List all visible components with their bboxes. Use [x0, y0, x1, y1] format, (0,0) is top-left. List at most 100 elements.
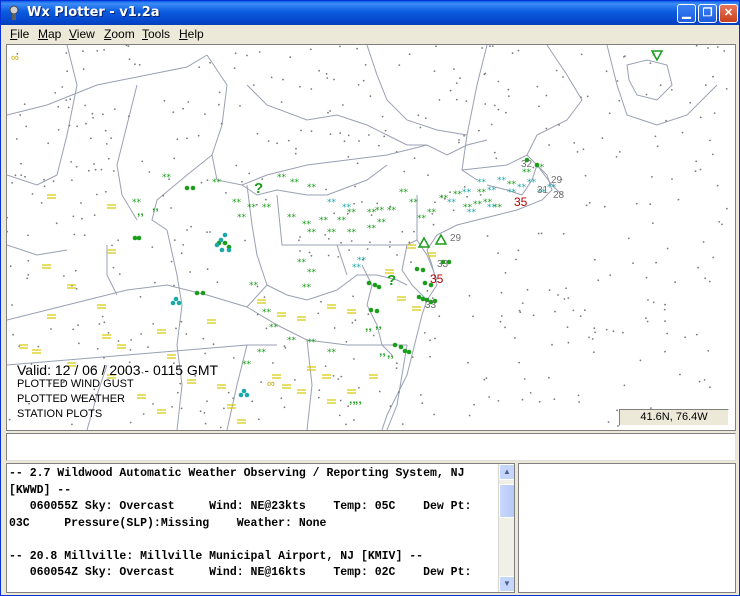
station-dot [645, 317, 647, 320]
station-dot [649, 62, 652, 64]
station-dot [140, 333, 143, 335]
station-dot [329, 133, 332, 135]
station-dot [339, 399, 342, 402]
menu-view[interactable]: View [69, 27, 95, 41]
station-dot [398, 391, 400, 393]
drizzle-icon: ‚‚ [137, 204, 144, 218]
station-dot [432, 223, 435, 226]
station-dot [218, 103, 220, 106]
gust-label: 31 [537, 185, 549, 196]
snow-icon: ** [302, 283, 312, 293]
station-dot [15, 138, 18, 140]
shower-triangle-icon [434, 233, 448, 245]
snow-icon: ** [290, 178, 300, 188]
station-dot [345, 423, 347, 426]
station-dot [204, 352, 207, 355]
menu-help[interactable]: Help [179, 27, 204, 41]
station-dot [63, 275, 65, 277]
fog-icon [187, 379, 196, 384]
snow-icon: ** [487, 186, 497, 196]
station-dot [694, 170, 697, 173]
menu-file[interactable]: File [10, 27, 29, 41]
close-button[interactable]: ✕ [719, 4, 738, 23]
station-dot [652, 301, 655, 304]
station-dot [342, 104, 344, 106]
station-dot [689, 101, 692, 104]
station-dot [396, 254, 398, 256]
report-scrollbar[interactable]: ▲ ▼ [498, 464, 514, 592]
station-dot [491, 45, 494, 47]
station-dot [162, 194, 165, 197]
station-dot [396, 362, 398, 365]
station-dot [82, 68, 85, 71]
maximize-button[interactable]: ❐ [698, 4, 717, 23]
drizzle-icon: ‚‚ [387, 346, 394, 360]
rain-icon [374, 308, 380, 314]
side-panel[interactable] [518, 463, 736, 593]
station-dot [175, 327, 177, 330]
snow-icon: ** [162, 173, 172, 183]
station-dot [408, 53, 411, 56]
gust-label: 29 [551, 175, 563, 186]
station-dot [536, 85, 539, 88]
station-dot [411, 356, 414, 358]
snow-icon: ** [462, 188, 472, 198]
rain-icon [136, 235, 142, 241]
station-dot [376, 202, 379, 205]
station-dot [354, 185, 356, 188]
station-dot [563, 298, 566, 300]
station-dot [332, 375, 335, 377]
command-panel[interactable] [6, 433, 736, 461]
station-dot [148, 171, 151, 173]
station-dot [401, 423, 404, 425]
title-bar[interactable]: Wx Plotter - v1.2a ▁ ❐ ✕ [1, 1, 739, 25]
station-dot [656, 145, 659, 148]
station-dot [37, 345, 40, 348]
station-dot [218, 91, 221, 94]
station-dot [187, 101, 190, 103]
snow-icon: ** [487, 203, 497, 213]
station-dot [57, 129, 60, 131]
snow-icon: ** [327, 348, 337, 358]
station-dot [284, 347, 287, 349]
menu-tools[interactable]: Tools [142, 27, 170, 41]
station-dot [521, 398, 524, 401]
menu-map[interactable]: Map [38, 27, 61, 41]
fog-icon [117, 344, 126, 349]
snow-icon: ** [249, 281, 259, 291]
snow-icon: ** [347, 228, 357, 238]
station-dot [7, 230, 8, 233]
station-dot [725, 88, 728, 90]
station-dot [419, 126, 422, 129]
minimize-button[interactable]: ▁ [677, 4, 696, 23]
station-dot [420, 394, 422, 396]
scroll-down-button[interactable]: ▼ [499, 576, 514, 592]
station-dot [241, 181, 243, 183]
station-dot [458, 141, 460, 144]
station-dot [57, 105, 60, 108]
station-dot [200, 181, 203, 184]
station-dot [258, 51, 261, 53]
weather-map[interactable]: ** ** ** ** ** ** ** ** ** ** ** ** ** ** ** ** ** ** ** **… [6, 44, 736, 431]
rain-icon [176, 300, 182, 306]
station-dot [484, 103, 487, 105]
station-dot [244, 239, 246, 242]
scroll-up-button[interactable]: ▲ [499, 464, 514, 480]
menu-zoom[interactable]: Zoom [104, 27, 135, 41]
station-dot [142, 413, 145, 415]
svg-text:*: * [652, 51, 656, 61]
station-dot [605, 70, 608, 73]
station-dot [91, 112, 94, 115]
fog-icon [107, 249, 116, 254]
station-dot [182, 244, 185, 246]
scroll-thumb[interactable] [499, 484, 514, 518]
station-dot [77, 324, 79, 327]
station-dot [588, 336, 590, 339]
station-dot [659, 84, 662, 87]
station-dot [463, 134, 465, 137]
rain-icon [184, 185, 190, 191]
snow-icon: ** [262, 203, 272, 213]
station-report-panel[interactable]: -- 2.7 Wildwood Automatic Weather Observ… [6, 463, 515, 593]
station-dot [83, 234, 86, 237]
station-dot [65, 52, 68, 54]
